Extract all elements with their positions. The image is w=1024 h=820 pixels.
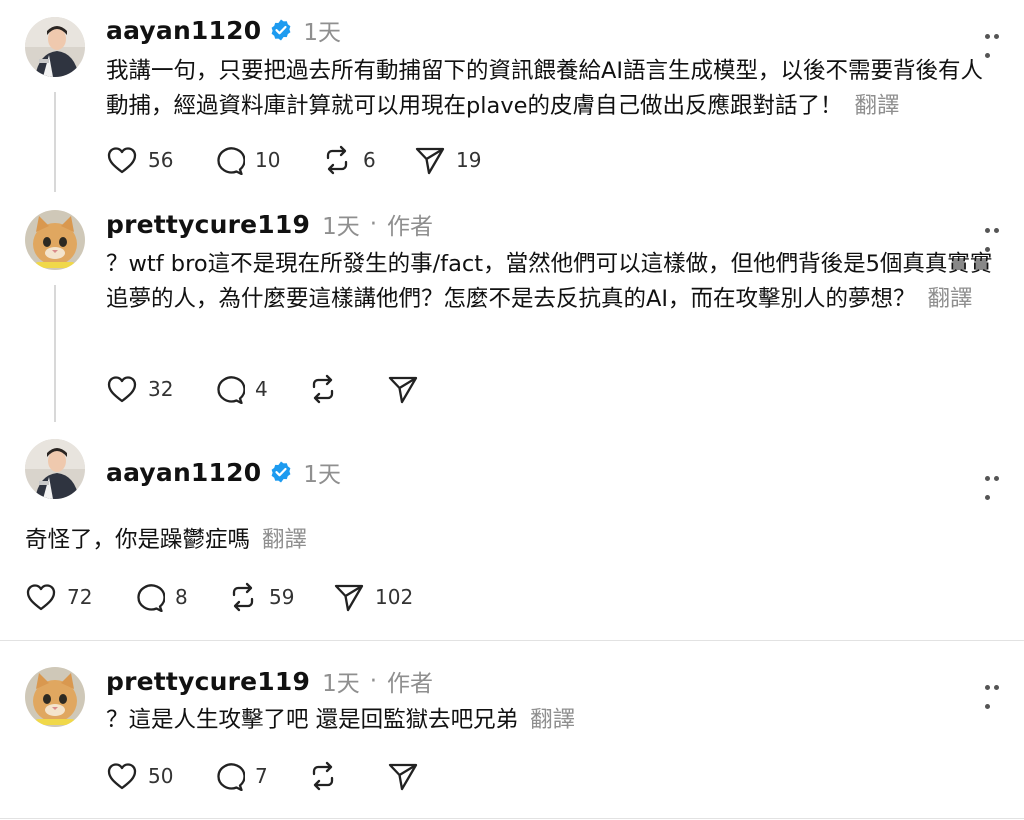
timestamp: 1天 (303, 462, 341, 488)
repost-count: 6 (363, 148, 376, 172)
post-text: ？wtf bro這不是現在所發生的事/fact，當然他們可以這樣做，但他們背後是… (106, 251, 993, 312)
share-icon (415, 147, 445, 175)
share-icon (388, 763, 418, 791)
timestamp: 1天 (322, 214, 360, 240)
like-button[interactable]: 50 (106, 761, 173, 791)
avatar[interactable] (25, 439, 85, 499)
post-text: 奇怪了，你是躁鬱症嗎 (25, 527, 251, 553)
like-count: 56 (148, 148, 174, 172)
more-icon[interactable] (985, 466, 1011, 500)
like-button[interactable]: 32 (106, 374, 173, 404)
comment-icon (137, 584, 165, 612)
more-icon[interactable] (985, 218, 1011, 252)
share-icon (388, 376, 418, 404)
author-badge: 作者 (387, 671, 434, 697)
comment-count: 4 (255, 377, 268, 401)
share-button[interactable] (387, 374, 429, 404)
like-count: 72 (67, 585, 93, 609)
share-icon (334, 584, 364, 612)
comment-icon (217, 147, 245, 175)
post-text: ？這是人生攻擊了吧 還是回監獄去吧兄弟 (106, 707, 519, 733)
avatar[interactable] (25, 17, 85, 77)
post-text: 我講一句，只要把過去所有動捕留下的資訊餵養給AI語言生成模型，以後不需要背後有人… (106, 58, 984, 119)
more-icon[interactable] (985, 24, 1011, 58)
like-count: 50 (148, 764, 174, 788)
share-button[interactable]: 102 (333, 582, 413, 612)
repost-button[interactable]: 59 (227, 582, 294, 612)
translate-link[interactable]: 翻譯 (854, 93, 899, 119)
verified-badge-icon (271, 19, 291, 41)
translate-link[interactable]: 翻譯 (262, 527, 307, 553)
comment-count: 10 (255, 148, 281, 172)
post-text-block: ？wtf bro這不是現在所發生的事/fact，當然他們可以這樣做，但他們背後是… (106, 247, 1001, 316)
avatar[interactable] (25, 667, 85, 727)
translate-link[interactable]: 翻譯 (928, 286, 973, 312)
like-button[interactable]: 56 (106, 145, 173, 175)
comment-button[interactable]: 8 (133, 582, 188, 612)
share-count: 19 (456, 148, 482, 172)
repost-icon (326, 145, 348, 175)
heart-icon (107, 376, 137, 403)
timestamp: 1天 (322, 671, 360, 697)
username[interactable]: aayan1120 (106, 458, 261, 487)
comment-count: 8 (175, 585, 188, 609)
username[interactable]: prettycure119 (106, 210, 310, 239)
repost-icon (312, 374, 334, 404)
share-button[interactable]: 19 (414, 145, 481, 175)
post-text-block: 我講一句，只要把過去所有動捕留下的資訊餵養給AI語言生成模型，以後不需要背後有人… (106, 54, 1001, 123)
post-header: prettycure119 1天 · 作者 (106, 664, 433, 698)
comment-button[interactable]: 4 (213, 374, 268, 404)
comment-icon (217, 376, 245, 404)
author-badge: 作者 (387, 214, 434, 240)
bottom-divider (0, 818, 1024, 819)
post-header: prettycure119 1天 · 作者 (106, 207, 433, 241)
like-count: 32 (148, 377, 174, 401)
comment-icon (217, 763, 245, 791)
heart-icon (26, 584, 56, 611)
share-count: 102 (375, 585, 414, 609)
thread-line (54, 92, 56, 192)
thread-line (54, 285, 56, 422)
comment-button[interactable]: 10 (213, 145, 280, 175)
repost-icon (232, 582, 254, 612)
like-button[interactable]: 72 (25, 582, 92, 612)
heart-icon (107, 763, 137, 790)
more-icon[interactable] (985, 675, 1011, 709)
verified-badge-icon (271, 461, 291, 483)
share-button[interactable] (387, 761, 429, 791)
repost-button[interactable] (307, 761, 349, 791)
timestamp: 1天 (303, 20, 341, 46)
repost-button[interactable]: 6 (321, 145, 376, 175)
post-text-block: 奇怪了，你是躁鬱症嗎 翻譯 (25, 523, 985, 558)
post-header: aayan1120 1天 (106, 13, 341, 47)
post-header: aayan1120 1天 (106, 455, 341, 489)
separator-dot: · (369, 668, 378, 694)
repost-button[interactable] (307, 374, 349, 404)
repost-count: 59 (269, 585, 295, 609)
avatar[interactable] (25, 210, 85, 270)
section-divider (0, 640, 1024, 641)
comment-count: 7 (255, 764, 268, 788)
repost-icon (312, 761, 334, 791)
username[interactable]: prettycure119 (106, 667, 310, 696)
username[interactable]: aayan1120 (106, 16, 261, 45)
heart-icon (107, 147, 137, 174)
comment-button[interactable]: 7 (213, 761, 268, 791)
translate-link[interactable]: 翻譯 (530, 707, 575, 733)
post-text-block: ？這是人生攻擊了吧 還是回監獄去吧兄弟 翻譯 (106, 703, 1001, 738)
separator-dot: · (369, 211, 378, 237)
